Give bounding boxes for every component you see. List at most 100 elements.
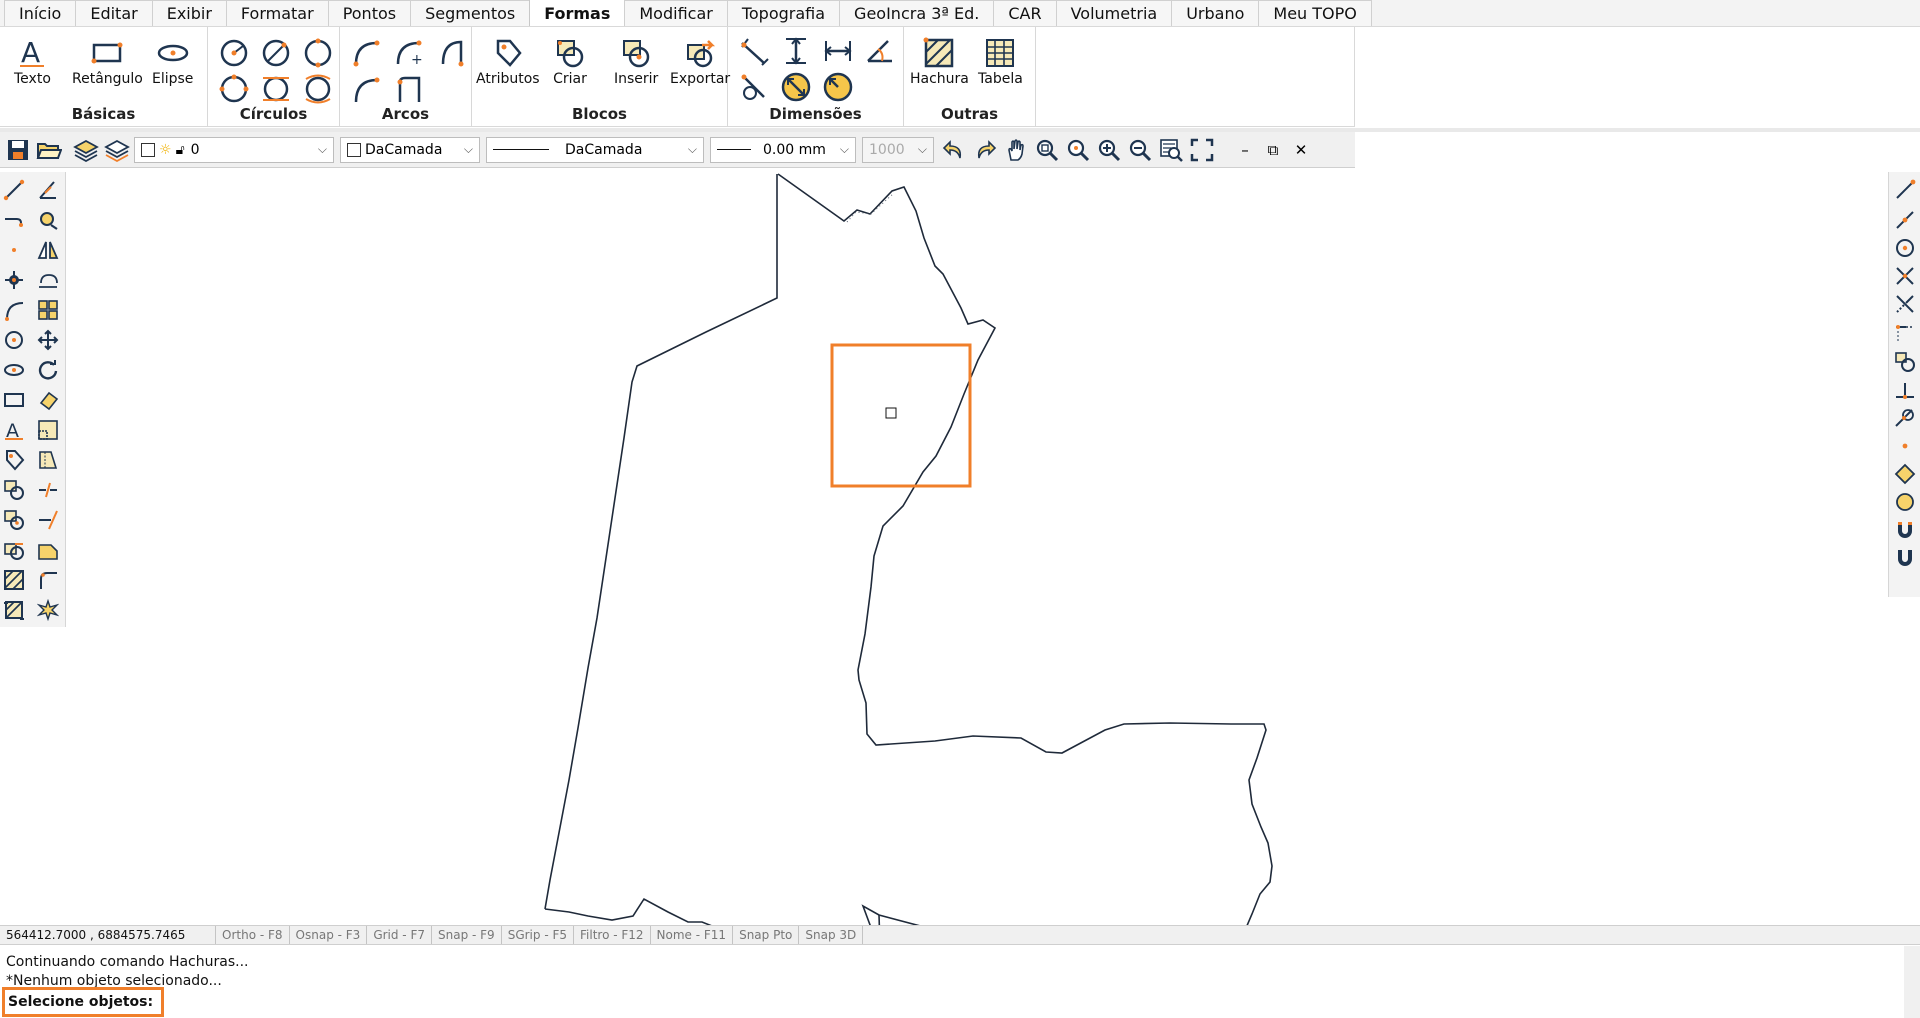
status-sgrip[interactable]: SGrip - F5: [502, 926, 574, 944]
tab-geoincra[interactable]: GeoIncra 3ª Ed.: [839, 0, 995, 26]
tab-pontos[interactable]: Pontos: [327, 0, 412, 26]
tab-topografia[interactable]: Topografia: [726, 0, 841, 26]
fullscreen-icon[interactable]: [1188, 136, 1216, 164]
texto-button[interactable]: A Texto: [14, 35, 51, 87]
hatch-icon[interactable]: [0, 566, 28, 594]
tab-segmentos[interactable]: Segmentos: [410, 0, 531, 26]
scale-select[interactable]: 1000 ⌵: [862, 136, 934, 163]
snap-endpoint-icon[interactable]: [1891, 176, 1919, 204]
tabela-button[interactable]: Tabela: [978, 35, 1023, 87]
block-create-icon[interactable]: [0, 476, 28, 504]
circle-tangent-icon[interactable]: [258, 71, 294, 107]
status-ortho[interactable]: Ortho - F8: [216, 926, 290, 944]
break-icon[interactable]: [34, 476, 62, 504]
circle-tan-tan-tan-icon[interactable]: [300, 71, 336, 107]
snap-intersection-icon[interactable]: [1891, 262, 1919, 290]
command-window[interactable]: Continuando comando Hachuras... *Nenhum …: [0, 946, 1920, 1018]
zoom-in-icon[interactable]: [1095, 136, 1123, 164]
node-icon[interactable]: [0, 266, 28, 294]
inserir-bloco-button[interactable]: Inserir: [614, 35, 658, 87]
dim-diameter-icon[interactable]: [778, 69, 814, 105]
status-nome[interactable]: Nome - F11: [651, 926, 734, 944]
offset-icon[interactable]: [34, 266, 62, 294]
attribute-icon[interactable]: [0, 446, 28, 474]
zoom-realtime-icon[interactable]: [1064, 136, 1092, 164]
circle-center-radius-icon[interactable]: [216, 35, 252, 71]
color-select[interactable]: DaCamada ⌵: [340, 136, 480, 163]
restore-icon[interactable]: ⧉: [1259, 141, 1287, 159]
tab-volumetria[interactable]: Volumetria: [1055, 0, 1173, 26]
extend-icon[interactable]: [34, 506, 62, 534]
circle-3-points-icon[interactable]: [216, 71, 252, 107]
dim-angular-icon[interactable]: [862, 33, 898, 69]
tab-editar[interactable]: Editar: [75, 0, 153, 26]
criar-bloco-button[interactable]: Criar: [552, 35, 588, 87]
tab-exibir[interactable]: Exibir: [151, 0, 227, 26]
status-snap[interactable]: Snap - F9: [432, 926, 502, 944]
arc-continue-icon[interactable]: [348, 71, 384, 107]
tab-formatar[interactable]: Formatar: [225, 0, 329, 26]
snap-midpoint-icon[interactable]: [1891, 206, 1919, 234]
hatch-edit-icon[interactable]: [0, 596, 28, 624]
parcel-outline[interactable]: [544, 176, 1274, 925]
move-icon[interactable]: [34, 326, 62, 354]
lineweight-select[interactable]: 0.00 mm ⌵: [710, 136, 856, 163]
tab-meu-topo[interactable]: Meu TOPO: [1258, 0, 1372, 26]
arc-3-points-icon[interactable]: [348, 35, 384, 71]
zoom-out-icon[interactable]: [1126, 136, 1154, 164]
arc-center-icon[interactable]: +: [390, 35, 426, 71]
trim-icon[interactable]: [34, 176, 62, 204]
mirror-icon[interactable]: [34, 236, 62, 264]
atributos-button[interactable]: Atributos: [476, 35, 540, 87]
text-icon[interactable]: A: [0, 416, 28, 444]
layer-states-icon[interactable]: [103, 136, 131, 164]
snap-tangent-icon[interactable]: [1891, 404, 1919, 432]
command-scrollbar[interactable]: [1904, 946, 1920, 1018]
chamfer-icon[interactable]: [34, 536, 62, 564]
circle-2-points-icon[interactable]: [300, 35, 336, 71]
undo-icon[interactable]: [940, 136, 968, 164]
elipse-button[interactable]: Elipse: [152, 35, 193, 87]
snap-perpendicular-icon[interactable]: [1891, 376, 1919, 404]
snap-insert-icon[interactable]: [1891, 348, 1919, 376]
arc-radius-icon[interactable]: [390, 71, 426, 107]
rotate-objects-icon[interactable]: [34, 206, 62, 234]
pan-hand-icon[interactable]: [1002, 136, 1030, 164]
status-snap-3d[interactable]: Snap 3D: [799, 926, 864, 944]
snap-magnet-icon[interactable]: [1891, 516, 1919, 544]
stretch-icon[interactable]: [34, 446, 62, 474]
exportar-bloco-button[interactable]: Exportar: [670, 35, 730, 87]
layer-select[interactable]: ☼ 🔓︎ 0 ⌵: [134, 136, 334, 163]
redo-icon[interactable]: [971, 136, 999, 164]
explode-icon[interactable]: [34, 596, 62, 624]
status-snap-pto[interactable]: Snap Pto: [733, 926, 800, 944]
circle-icon[interactable]: [0, 326, 28, 354]
ellipse-icon[interactable]: [0, 356, 28, 384]
rectangle-icon[interactable]: [0, 386, 28, 414]
snap-quadrant-icon[interactable]: [1891, 460, 1919, 488]
array-icon[interactable]: [34, 296, 62, 324]
tab-car[interactable]: CAR: [993, 0, 1057, 26]
dim-radius-icon[interactable]: [820, 69, 856, 105]
status-grid[interactable]: Grid - F7: [367, 926, 432, 944]
minimize-icon[interactable]: –: [1231, 141, 1259, 159]
drawing-canvas[interactable]: [66, 168, 1888, 1002]
dim-ordinate-icon[interactable]: [736, 69, 772, 105]
snap-center-icon[interactable]: [1891, 234, 1919, 262]
retangulo-button[interactable]: Retângulo: [72, 35, 143, 87]
tab-urbano[interactable]: Urbano: [1171, 0, 1260, 26]
block-insert-icon[interactable]: [0, 506, 28, 534]
arc-start-end-icon[interactable]: [432, 35, 468, 71]
boundary-line[interactable]: [544, 173, 1273, 1002]
linetype-select[interactable]: DaCamada ⌵: [486, 136, 704, 163]
polyline-icon[interactable]: [0, 206, 28, 234]
tab-inicio[interactable]: Início: [4, 0, 77, 26]
tab-modificar[interactable]: Modificar: [624, 0, 728, 26]
scale-icon[interactable]: [34, 416, 62, 444]
tab-formas[interactable]: Formas: [529, 0, 626, 26]
polygon-boundary-left[interactable]: [482, 170, 1229, 925]
hachura-button[interactable]: Hachura: [910, 35, 969, 87]
point-icon[interactable]: [0, 236, 28, 264]
fillet-icon[interactable]: [34, 566, 62, 594]
line-icon[interactable]: [0, 176, 28, 204]
